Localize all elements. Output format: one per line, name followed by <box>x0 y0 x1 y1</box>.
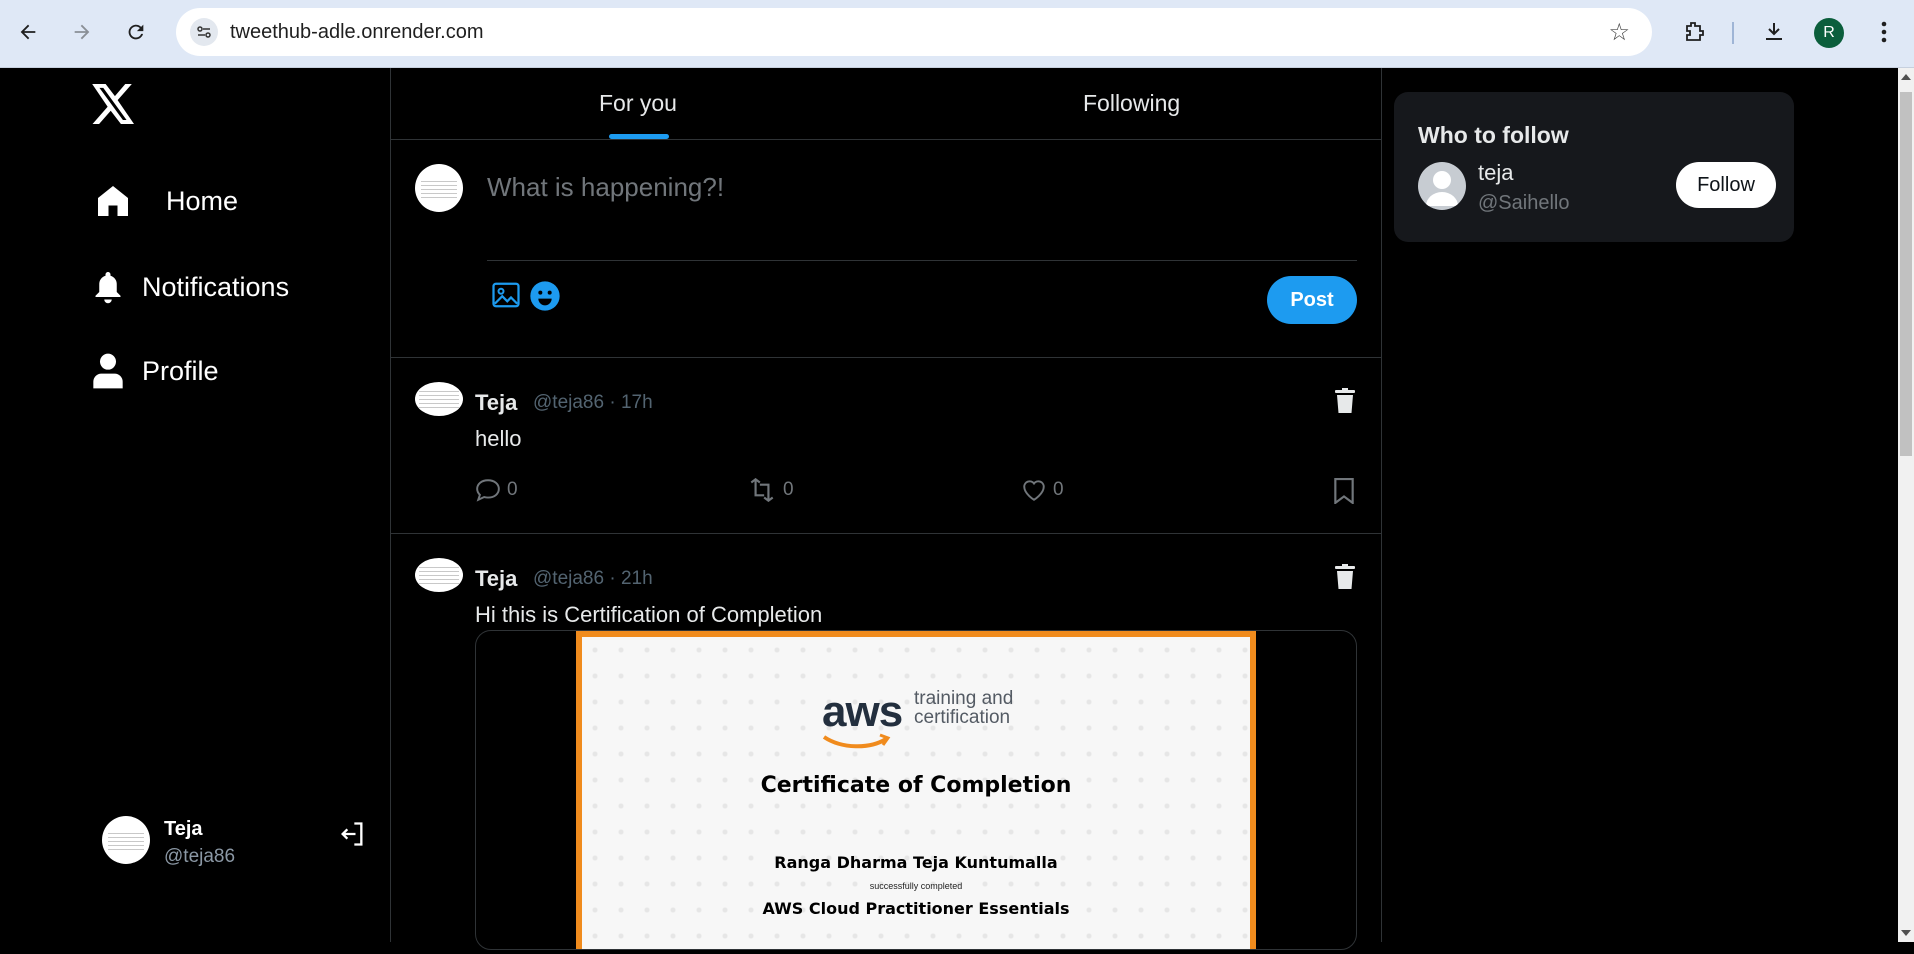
post-button[interactable]: Post <box>1267 276 1357 324</box>
active-tab-indicator <box>609 134 669 139</box>
left-sidebar: Home Notifications Profile Teja @teja86 <box>0 68 390 942</box>
who-to-follow-title: Who to follow <box>1418 122 1569 148</box>
site-settings-icon[interactable] <box>190 18 218 46</box>
scroll-down-arrow-icon[interactable] <box>1901 930 1911 936</box>
certificate-course: AWS Cloud Practitioner Essentials <box>762 899 1070 918</box>
more-menu-icon[interactable] <box>1866 14 1902 50</box>
tweet[interactable]: Teja @teja86 · 21h Hi this is Certificat… <box>391 534 1381 954</box>
aws-logo-subtitle: training and certification <box>914 689 1013 727</box>
tab-for-you[interactable]: For you <box>599 90 677 117</box>
sidebar-item-home[interactable]: Home <box>92 180 238 222</box>
sidebar-item-label: Notifications <box>142 271 290 302</box>
page-scrollbar[interactable] <box>1898 68 1914 942</box>
bookmark-icon[interactable] <box>1333 478 1361 504</box>
like-count: 0 <box>1053 479 1064 500</box>
trash-icon[interactable] <box>1333 564 1359 592</box>
suggested-user-handle: @Saihello <box>1478 192 1570 214</box>
certificate-image: aws training and certification Certifica… <box>576 631 1256 949</box>
sidebar-item-notifications[interactable]: Notifications <box>92 266 289 308</box>
tweet-meta: @teja86 · 21h <box>533 568 653 589</box>
emoji-icon[interactable] <box>529 280 561 312</box>
logout-icon[interactable] <box>338 820 366 848</box>
aws-subtitle-line: certification <box>914 707 1011 728</box>
sidebar-item-profile[interactable]: Profile <box>92 350 219 392</box>
reply-count: 0 <box>507 479 518 500</box>
avatar[interactable] <box>415 382 463 416</box>
browser-toolbar: tweethub-adle.onrender.com ☆ R <box>0 0 1914 68</box>
avatar <box>415 164 463 212</box>
current-user-handle: @teja86 <box>164 846 236 867</box>
compose-input[interactable]: What is happening?! <box>487 172 724 203</box>
current-user-name: Teja <box>164 818 203 840</box>
sidebar-item-label: Profile <box>142 355 219 386</box>
tweet-text: Hi this is Certification of Completion <box>475 602 823 627</box>
like-action[interactable]: 0 <box>1021 478 1064 502</box>
current-user-card[interactable]: Teja @teja86 <box>102 816 372 876</box>
user-icon <box>92 350 124 392</box>
tweet-image[interactable]: aws training and certification Certifica… <box>475 630 1357 950</box>
avatar[interactable] <box>415 558 463 592</box>
back-arrow-icon[interactable] <box>10 14 46 50</box>
tweet-composer: What is happening?! Post <box>391 140 1381 358</box>
reload-icon[interactable] <box>118 14 154 50</box>
url-text[interactable]: tweethub-adle.onrender.com <box>230 21 484 44</box>
forward-arrow-icon[interactable] <box>64 14 100 50</box>
app: Home Notifications Profile Teja @teja86 … <box>0 68 1914 950</box>
aws-smile-icon <box>822 733 891 749</box>
divider <box>487 260 1357 261</box>
toolbar-divider <box>1732 22 1734 44</box>
aws-logo: aws <box>822 687 903 736</box>
tweet[interactable]: Teja @teja86 · 17h hello 0 0 0 <box>391 358 1381 534</box>
avatar <box>102 816 150 864</box>
retweet-action[interactable]: 0 <box>747 478 794 502</box>
address-bar[interactable]: tweethub-adle.onrender.com ☆ <box>176 8 1652 56</box>
avatar[interactable] <box>1418 162 1466 210</box>
certificate-title: Certificate of Completion <box>760 773 1072 798</box>
browser-profile-avatar[interactable]: R <box>1814 18 1844 48</box>
retweet-count: 0 <box>783 479 794 500</box>
right-sidebar: Who to follow teja @Saihello Follow <box>1382 68 1914 942</box>
home-icon <box>92 180 134 222</box>
certificate-completed-text: successfully completed <box>869 881 963 891</box>
extensions-icon[interactable] <box>1676 14 1712 50</box>
download-icon[interactable] <box>1756 14 1792 50</box>
reply-action[interactable]: 0 <box>475 478 518 502</box>
tweet-author-name[interactable]: Teja <box>475 390 517 416</box>
bookmark-star-icon[interactable]: ☆ <box>1608 18 1630 47</box>
tweet-text: hello <box>475 426 522 451</box>
tweet-meta: @teja86 · 17h <box>533 392 653 413</box>
aws-subtitle-line: training and <box>914 688 1014 709</box>
tab-following[interactable]: Following <box>1083 90 1180 117</box>
bell-icon <box>92 266 124 308</box>
follow-button[interactable]: Follow <box>1676 162 1776 208</box>
who-to-follow-panel: Who to follow teja @Saihello Follow <box>1394 92 1794 242</box>
trash-icon[interactable] <box>1333 388 1359 416</box>
main-timeline: For you Following What is happening?! Po… <box>390 68 1382 950</box>
tweet-author-name[interactable]: Teja <box>475 566 517 592</box>
sidebar-item-label: Home <box>166 185 239 216</box>
image-icon[interactable] <box>491 280 523 312</box>
certificate-recipient: Ranga Dharma Teja Kuntumalla <box>774 853 1058 872</box>
x-logo-icon[interactable] <box>92 84 136 128</box>
scroll-up-arrow-icon[interactable] <box>1901 74 1911 80</box>
suggested-user-name[interactable]: teja <box>1478 160 1513 186</box>
scroll-thumb[interactable] <box>1900 92 1912 456</box>
timeline-tabs: For you Following <box>391 68 1381 140</box>
